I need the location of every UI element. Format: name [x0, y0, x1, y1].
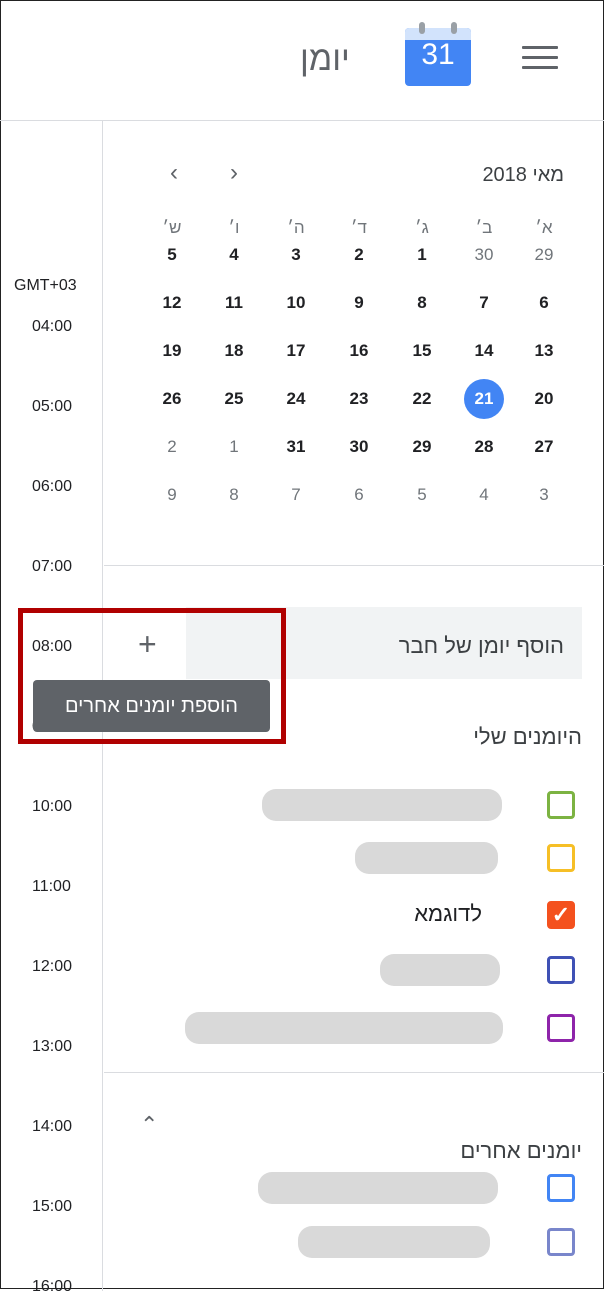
- calendar-day[interactable]: 5: [152, 235, 192, 275]
- calendar-name-redacted: [298, 1226, 490, 1258]
- hour-label: 05:00: [32, 398, 73, 415]
- calendar-day[interactable]: 16: [339, 331, 379, 371]
- hour-label: 12:00: [32, 958, 73, 975]
- calendar-day[interactable]: 1: [214, 427, 254, 467]
- calendar-name-redacted: [262, 789, 502, 821]
- calendar-checkbox[interactable]: [547, 844, 575, 872]
- hamburger-menu-icon[interactable]: [522, 46, 558, 72]
- calendar-day[interactable]: 6: [339, 475, 379, 515]
- calendar-day[interactable]: 21: [464, 379, 504, 419]
- calendar-day[interactable]: 27: [524, 427, 564, 467]
- calendar-checkbox[interactable]: [547, 956, 575, 984]
- calendar-day[interactable]: 7: [464, 283, 504, 323]
- calendar-day[interactable]: 30: [464, 235, 504, 275]
- calendar-name-redacted: [355, 842, 498, 874]
- calendar-name[interactable]: לדוגמא: [414, 901, 482, 927]
- calendar-day[interactable]: 8: [402, 283, 442, 323]
- calendar-checkbox[interactable]: [547, 791, 575, 819]
- logo-day-number: 31: [421, 38, 455, 71]
- hour-label: 14:00: [32, 1118, 73, 1135]
- add-friend-label: הוסף יומן של חבר: [398, 633, 564, 658]
- calendar-day[interactable]: 12: [152, 283, 192, 323]
- calendar-day[interactable]: 5: [402, 475, 442, 515]
- calendar-day[interactable]: 7: [276, 475, 316, 515]
- calendar-name-redacted: [258, 1172, 498, 1204]
- calendar-day[interactable]: 26: [152, 379, 192, 419]
- hour-label: 10:00: [32, 798, 73, 815]
- calendar-day[interactable]: 2: [152, 427, 192, 467]
- section-divider: [104, 1072, 604, 1073]
- hour-label: 11:00: [32, 878, 71, 895]
- calendar-logo-icon[interactable]: 31: [405, 22, 471, 86]
- calendar-day[interactable]: 1: [402, 235, 442, 275]
- mini-calendar: ‹ › מאי 2018 א׳ ב׳ ג׳ ד׳ ה׳ ו׳ ש׳ 29 30 1 2 3 4 5 6 7 8…: [104, 120, 604, 566]
- other-calendars-collapse-icon[interactable]: ⌃: [140, 1112, 158, 1138]
- app-header: 31 יומן: [0, 0, 604, 121]
- hour-label: 15:00: [32, 1198, 73, 1215]
- timezone-label: GMT+03: [14, 277, 77, 294]
- calendar-day[interactable]: 9: [152, 475, 192, 515]
- month-title: מאי 2018: [482, 164, 564, 186]
- calendar-day[interactable]: 20: [524, 379, 564, 419]
- calendar-day[interactable]: 24: [276, 379, 316, 419]
- calendar-day[interactable]: 18: [214, 331, 254, 371]
- calendar-checkbox[interactable]: [547, 1014, 575, 1042]
- hour-label: 04:00: [32, 318, 73, 335]
- other-calendars-title[interactable]: יומנים אחרים: [460, 1138, 582, 1164]
- hour-label: 13:00: [32, 1038, 73, 1055]
- calendar-day[interactable]: 8: [214, 475, 254, 515]
- hour-label: 06:00: [32, 478, 73, 495]
- prev-month-icon[interactable]: ‹: [159, 158, 189, 188]
- calendar-day[interactable]: 11: [214, 283, 254, 323]
- calendar-day[interactable]: 25: [214, 379, 254, 419]
- calendar-day[interactable]: 17: [276, 331, 316, 371]
- my-calendars-title[interactable]: היומנים שלי: [473, 724, 582, 750]
- calendar-day[interactable]: 4: [464, 475, 504, 515]
- calendar-day[interactable]: 29: [402, 427, 442, 467]
- calendar-day[interactable]: 22: [402, 379, 442, 419]
- calendar-day[interactable]: 9: [339, 283, 379, 323]
- calendar-day[interactable]: 29: [524, 235, 564, 275]
- tooltip: הוספת יומנים אחרים: [33, 680, 270, 732]
- calendar-day[interactable]: 3: [276, 235, 316, 275]
- calendar-name-redacted: [380, 954, 500, 986]
- calendar-day[interactable]: 4: [214, 235, 254, 275]
- calendar-day[interactable]: 19: [152, 331, 192, 371]
- calendar-checkbox[interactable]: ✓: [547, 901, 575, 929]
- calendar-name-redacted: [185, 1012, 503, 1044]
- next-month-icon[interactable]: ›: [219, 158, 249, 188]
- hour-label: 07:00: [32, 558, 73, 575]
- hour-label: 16:00: [32, 1278, 73, 1295]
- calendar-day[interactable]: 28: [464, 427, 504, 467]
- calendar-day[interactable]: 15: [402, 331, 442, 371]
- calendar-day[interactable]: 30: [339, 427, 379, 467]
- calendar-day[interactable]: 10: [276, 283, 316, 323]
- calendar-day[interactable]: 31: [276, 427, 316, 467]
- app-title: יומן: [300, 40, 350, 78]
- calendar-day[interactable]: 14: [464, 331, 504, 371]
- calendar-day[interactable]: 23: [339, 379, 379, 419]
- calendar-checkbox[interactable]: [547, 1228, 575, 1256]
- calendar-day[interactable]: 2: [339, 235, 379, 275]
- calendar-checkbox[interactable]: [547, 1174, 575, 1202]
- calendar-day[interactable]: 6: [524, 283, 564, 323]
- calendar-day[interactable]: 13: [524, 331, 564, 371]
- calendar-day[interactable]: 3: [524, 475, 564, 515]
